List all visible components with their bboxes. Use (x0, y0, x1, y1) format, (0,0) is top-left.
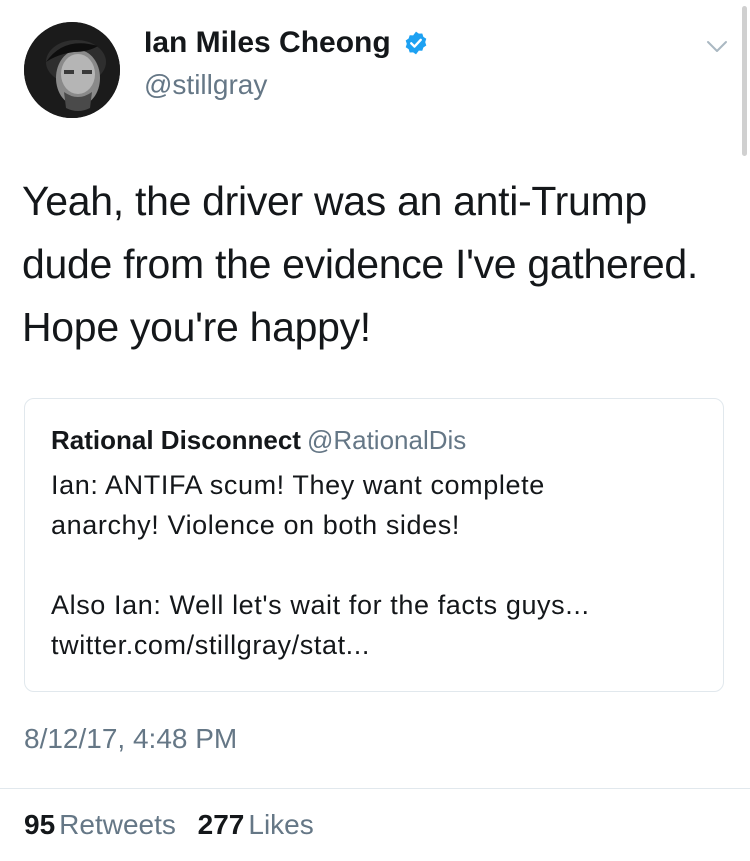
author-display-name[interactable]: Ian Miles Cheong (144, 26, 391, 60)
quoted-text-line: Ian: ANTIFA scum! They want complete (51, 470, 545, 500)
tweet-text-line: Hope you're happy! (22, 304, 371, 350)
tweet-text-line: Yeah, the driver was an anti-Trump (22, 178, 647, 224)
scrollbar[interactable] (742, 6, 747, 156)
quoted-link[interactable]: twitter.com/stillgray/stat... (51, 625, 590, 665)
quoted-tweet-text: Ian: ANTIFA scum! They want complete ana… (51, 465, 590, 665)
avatar[interactable] (24, 22, 120, 118)
quoted-tweet-card[interactable]: Rational Disconnect @RationalDis Ian: ANT… (24, 398, 724, 692)
tweet-text: Yeah, the driver was an anti-Trump dude … (22, 170, 728, 359)
verified-badge-icon (403, 30, 429, 56)
tweet-timestamp[interactable]: 8/12/17, 4:48 PM (24, 722, 237, 756)
tweet-text-line: dude from the evidence I've gathered. (22, 241, 698, 287)
quoted-text-line: anarchy! Violence on both sides! (51, 510, 460, 540)
quoted-text-line: Also Ian: Well let's wait for the facts … (51, 590, 590, 620)
chevron-down-icon[interactable] (706, 40, 728, 54)
retweets-label: Retweets (59, 809, 176, 840)
quoted-author-name: Rational Disconnect (51, 425, 301, 455)
quoted-tweet-header: Rational Disconnect @RationalDis (51, 423, 466, 457)
author-handle[interactable]: @stillgray (144, 68, 267, 102)
retweets-count: 95 (24, 809, 56, 840)
quoted-text-blank-line (51, 545, 590, 585)
likes-stat[interactable]: 277 Likes (198, 809, 328, 840)
divider (0, 788, 750, 789)
likes-label: Likes (248, 809, 314, 840)
avatar-image (24, 22, 120, 118)
likes-count: 277 (197, 809, 245, 840)
retweets-stat[interactable]: 95 Retweets (24, 809, 198, 840)
quoted-author-handle: @RationalDis (306, 425, 467, 455)
tweet-stats: 95 Retweets 277 Likes (24, 808, 328, 842)
